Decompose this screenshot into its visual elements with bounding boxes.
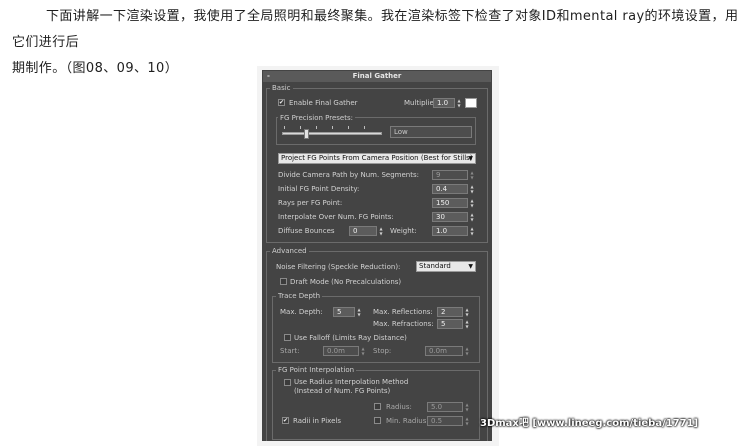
stop-field[interactable]: 0.0m [425,346,463,356]
noise-filtering-value: Standard [419,262,451,270]
initial-fg-density-spinner[interactable]: ▲ ▼ [469,184,475,194]
diffuse-bounces-spinner[interactable]: ▲ ▼ [378,226,384,236]
use-radius-interpolation-label-1: Use Radius Interpolation Method [294,378,409,386]
slider-tick [316,126,317,129]
draft-mode-label: Draft Mode (No Precalculations) [290,278,402,286]
noise-filtering-dropdown[interactable]: Standard ▼ [416,261,476,272]
max-refractions-spinner[interactable]: ▲ ▼ [464,319,470,329]
radii-in-pixels-checkbox[interactable]: ✔ [282,417,289,424]
weight-spinner[interactable]: ▲ ▼ [469,226,475,236]
radius-field[interactable]: 5.0 [427,402,463,412]
max-refractions-field[interactable]: 5 [437,319,463,329]
max-reflections-label: Max. Reflections: [373,308,433,316]
rollout-header[interactable]: - Final Gather [263,71,491,82]
diffuse-bounces-label: Diffuse Bounces [278,227,335,235]
max-reflections-field[interactable]: 2 [437,307,463,317]
slider-tick [284,126,285,129]
weight-field[interactable]: 1.0 [432,226,468,236]
interpolate-fg-points-spinner[interactable]: ▲ ▼ [469,212,475,222]
radius-spinner[interactable]: ▲ ▼ [464,402,470,412]
radius-label: Radius: [386,403,412,411]
multiplier-spinner[interactable]: ▲ ▼ [456,98,462,108]
weight-label: Weight: [390,227,417,235]
final-gather-rollout: - Final Gather Basic ✔ Enable Final Gath… [262,70,492,441]
initial-fg-density-field[interactable]: 0.4 [432,184,468,194]
max-depth-spinner[interactable]: ▲ ▼ [356,307,362,317]
start-field[interactable]: 0.0m [323,346,359,356]
divide-camera-path-field[interactable]: 9 [432,170,468,180]
use-radius-interpolation-checkbox[interactable] [284,379,291,386]
multiplier-field[interactable]: 1.0 [433,98,455,108]
fg-precision-slider-thumb[interactable] [304,129,309,139]
max-depth-field[interactable]: 5 [333,307,355,317]
watermark: 3Dmax吧 [www.lineeg.com/tieba/1771] [480,418,699,429]
trace-depth-label: Trace Depth [276,292,323,300]
min-radius-checkbox[interactable] [374,417,381,424]
fg-point-interpolation-label: FG Point Interpolation [276,366,357,374]
slider-tick [300,126,301,129]
max-refractions-label: Max. Refractions: [373,320,434,328]
chevron-down-icon: ▼ [468,263,473,270]
enable-final-gather-checkbox[interactable]: ✔ [278,99,285,106]
min-radius-field[interactable]: 0.5 [427,416,463,426]
max-depth-label: Max. Depth: [280,308,323,316]
rays-per-fg-point-field[interactable]: 150 [432,198,468,208]
start-spinner[interactable]: ▲ ▼ [360,346,366,356]
divide-camera-path-label: Divide Camera Path by Num. Segments: [278,171,419,179]
use-radius-interpolation-label-2: (Instead of Num. FG Points) [294,387,391,395]
fg-precision-preset-value: Low [390,126,472,138]
divide-camera-path-spinner[interactable]: ▲ ▼ [469,170,475,180]
rollout-title: Final Gather [352,72,402,80]
slider-tick [348,126,349,129]
noise-filtering-label: Noise Filtering (Speckle Reduction): [276,263,401,271]
fg-projection-dropdown[interactable]: Project FG Points From Camera Position (… [278,153,476,164]
slider-tick [364,126,365,129]
enable-final-gather-label: Enable Final Gather [289,99,358,107]
start-label: Start: [280,347,300,355]
draft-mode-checkbox[interactable] [280,278,287,285]
multiplier-color-swatch[interactable] [465,98,477,108]
use-falloff-checkbox[interactable] [284,334,291,341]
article-line-1: 下面讲解一下渲染设置，我使用了全局照明和最终聚集。我在渲染标签下检查了对象ID和… [12,9,739,50]
diffuse-bounces-field[interactable]: 0 [349,226,377,236]
article-line-2: 期制作。（图08、09、10） [12,61,179,76]
slider-tick [332,126,333,129]
use-falloff-label: Use Falloff (Limits Ray Distance) [294,334,407,342]
stop-label: Stop: [373,347,392,355]
interpolate-fg-points-field[interactable]: 30 [432,212,468,222]
rays-per-fg-point-label: Rays per FG Point: [278,199,343,207]
rays-per-fg-point-spinner[interactable]: ▲ ▼ [469,198,475,208]
chevron-down-icon: ▼ [468,155,473,162]
min-radius-spinner[interactable]: ▲ ▼ [464,416,470,426]
basic-group-label: Basic [270,84,293,92]
advanced-group-label: Advanced [270,247,309,255]
stop-spinner[interactable]: ▲ ▼ [464,346,470,356]
fg-precision-slider-track[interactable] [282,132,382,135]
collapse-icon[interactable]: - [267,71,270,82]
min-radius-label: Min. Radius: [386,417,429,425]
interpolate-fg-points-label: Interpolate Over Num. FG Points: [278,213,394,221]
fg-precision-presets-label: FG Precision Presets: [278,114,355,122]
radius-checkbox[interactable] [374,403,381,410]
max-reflections-spinner[interactable]: ▲ ▼ [464,307,470,317]
fg-projection-value: Project FG Points From Camera Position (… [281,154,473,162]
initial-fg-density-label: Initial FG Point Density: [278,185,360,193]
radii-in-pixels-label: Radii in Pixels [293,417,342,425]
